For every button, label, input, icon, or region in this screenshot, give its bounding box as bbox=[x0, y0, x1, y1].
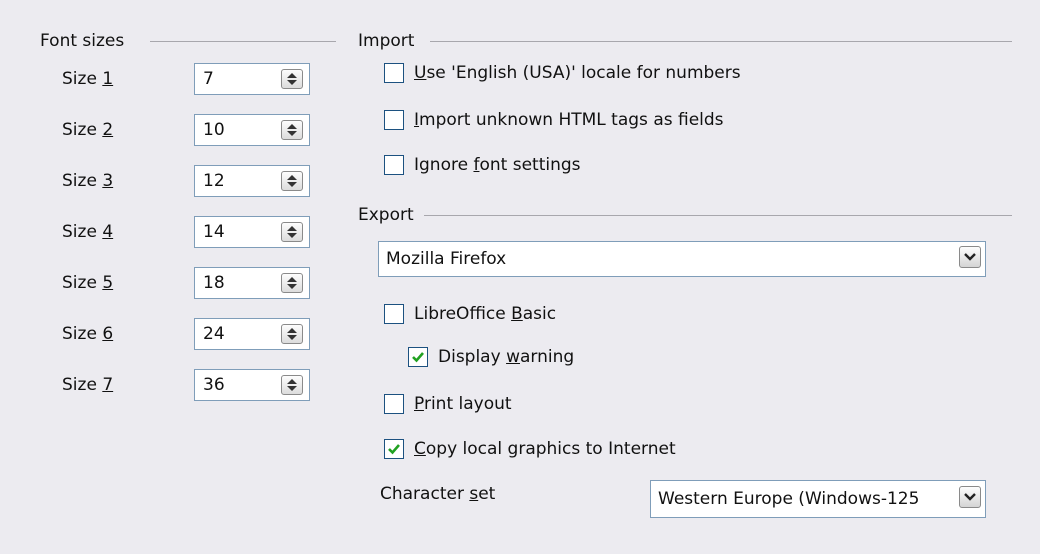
size-7-value: 36 bbox=[203, 375, 225, 395]
export-browser-select[interactable]: Mozilla Firefox bbox=[378, 241, 986, 277]
use-english-locale-checkbox[interactable] bbox=[384, 63, 404, 83]
html-options-panel: Font sizes Size 1 7 Size 2 10 Size 3 12 Size 4… bbox=[0, 0, 1040, 554]
size-3-label: Size 3 bbox=[62, 171, 114, 191]
size-5-label: Size 5 bbox=[62, 273, 114, 293]
size-2-label: Size 2 bbox=[62, 120, 114, 140]
copy-local-graphics-label[interactable]: Copy local graphics to Internet bbox=[414, 438, 676, 460]
character-set-select[interactable]: Western Europe (Windows-125 bbox=[650, 480, 986, 518]
size-1-label: Size 1 bbox=[62, 69, 114, 89]
ignore-font-settings-checkbox[interactable] bbox=[384, 155, 404, 175]
spin-up-down-icon[interactable] bbox=[281, 375, 303, 395]
spin-up-down-icon[interactable] bbox=[281, 222, 303, 242]
spin-up-down-icon[interactable] bbox=[281, 324, 303, 344]
export-group-line bbox=[424, 215, 1012, 216]
spin-up-down-icon[interactable] bbox=[281, 120, 303, 140]
chevron-down-icon[interactable] bbox=[959, 246, 981, 268]
copy-local-graphics-checkbox[interactable] bbox=[384, 439, 404, 459]
use-english-locale-label[interactable]: Use 'English (USA)' locale for numbers bbox=[414, 62, 741, 84]
spin-up-down-icon[interactable] bbox=[281, 69, 303, 89]
import-unknown-tags-checkbox[interactable] bbox=[384, 110, 404, 130]
size-5-value: 18 bbox=[203, 273, 225, 293]
size-3-spinbox[interactable]: 12 bbox=[194, 165, 310, 197]
export-browser-value: Mozilla Firefox bbox=[386, 249, 507, 269]
libreoffice-basic-checkbox[interactable] bbox=[384, 304, 404, 324]
print-layout-checkbox[interactable] bbox=[384, 394, 404, 414]
size-7-spinbox[interactable]: 36 bbox=[194, 369, 310, 401]
size-4-label: Size 4 bbox=[62, 222, 114, 242]
import-unknown-tags-label[interactable]: Import unknown HTML tags as fields bbox=[414, 109, 724, 131]
spin-up-down-icon[interactable] bbox=[281, 171, 303, 191]
size-6-label: Size 6 bbox=[62, 324, 114, 344]
checkmark-icon bbox=[388, 444, 400, 455]
size-6-value: 24 bbox=[203, 324, 225, 344]
size-3-value: 12 bbox=[203, 171, 225, 191]
print-layout-label[interactable]: Print layout bbox=[414, 393, 512, 415]
display-warning-label[interactable]: Display warning bbox=[438, 346, 574, 368]
libreoffice-basic-label[interactable]: LibreOffice Basic bbox=[414, 303, 556, 325]
checkmark-icon bbox=[412, 352, 424, 363]
character-set-label: Character set bbox=[380, 484, 496, 504]
size-4-spinbox[interactable]: 14 bbox=[194, 216, 310, 248]
size-7-label: Size 7 bbox=[62, 375, 114, 395]
font-sizes-group-line bbox=[150, 41, 336, 42]
ignore-font-settings-label[interactable]: Ignore font settings bbox=[414, 154, 581, 176]
size-5-spinbox[interactable]: 18 bbox=[194, 267, 310, 299]
chevron-down-icon[interactable] bbox=[959, 486, 981, 508]
import-group-title: Import bbox=[358, 30, 421, 52]
font-sizes-group-title: Font sizes bbox=[40, 30, 131, 52]
character-set-value: Western Europe (Windows-125 bbox=[658, 489, 920, 509]
size-6-spinbox[interactable]: 24 bbox=[194, 318, 310, 350]
display-warning-checkbox[interactable] bbox=[408, 347, 428, 367]
spin-up-down-icon[interactable] bbox=[281, 273, 303, 293]
size-2-value: 10 bbox=[203, 120, 225, 140]
import-group-line bbox=[430, 41, 1012, 42]
size-1-spinbox[interactable]: 7 bbox=[194, 63, 310, 95]
export-group-title: Export bbox=[358, 204, 420, 226]
size-2-spinbox[interactable]: 10 bbox=[194, 114, 310, 146]
size-1-value: 7 bbox=[203, 69, 214, 89]
size-4-value: 14 bbox=[203, 222, 225, 242]
